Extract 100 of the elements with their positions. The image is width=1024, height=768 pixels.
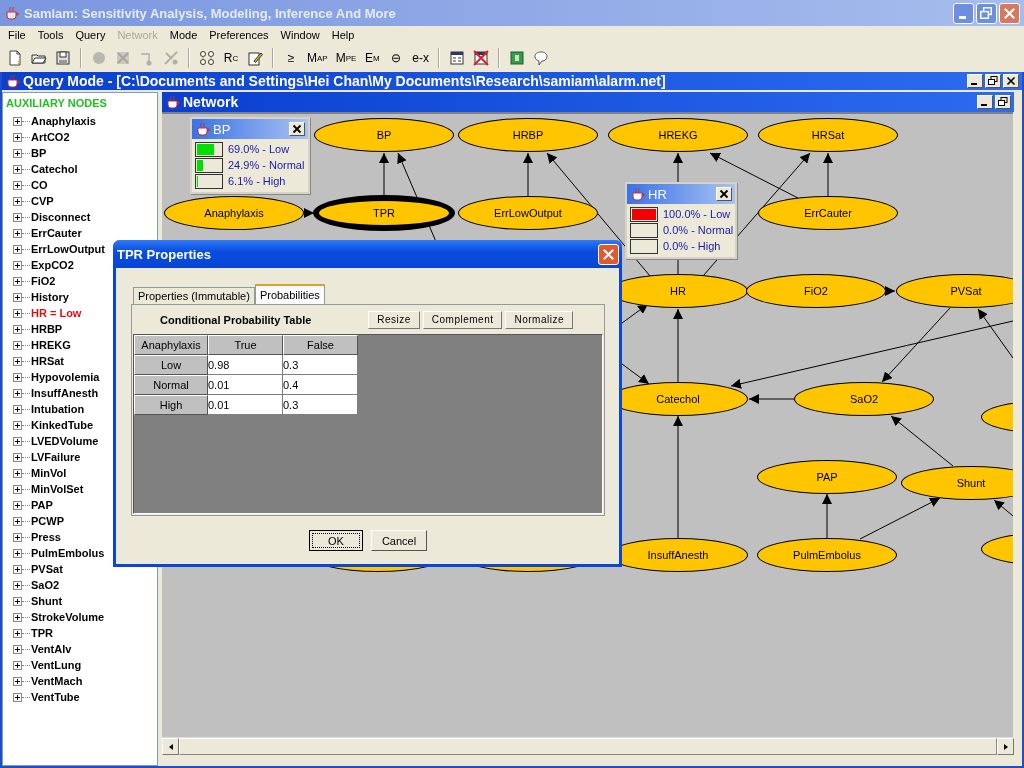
expand-icon[interactable] <box>13 260 22 270</box>
table-button[interactable]: Resize <box>368 310 420 329</box>
dialog-button[interactable]: OK <box>308 530 363 551</box>
expand-icon[interactable] <box>13 148 22 158</box>
tree-item[interactable]: MinVolSet <box>30 483 84 495</box>
tree-item[interactable]: VentTube <box>30 691 80 703</box>
expand-icon[interactable] <box>13 308 22 318</box>
tree-item[interactable]: Press <box>30 531 61 543</box>
tree-item[interactable]: CO <box>30 179 48 191</box>
tree-item[interactable]: ArtCO2 <box>30 131 70 143</box>
expand-icon[interactable] <box>13 676 22 686</box>
tree-item[interactable]: VentAlv <box>30 643 72 655</box>
tree-item[interactable]: LVFailure <box>30 451 81 463</box>
network-node[interactable]: HREKG <box>608 118 748 152</box>
tree-item[interactable]: HRSat <box>30 355 64 367</box>
tree-item[interactable]: Disconnect <box>30 211 91 223</box>
column-header[interactable]: False <box>283 335 358 355</box>
tree-item[interactable]: BP <box>30 147 47 159</box>
minimize-button[interactable] <box>977 95 993 109</box>
expand-icon[interactable] <box>13 532 22 542</box>
expand-icon[interactable] <box>13 388 22 398</box>
expand-icon[interactable] <box>13 324 22 334</box>
tab[interactable]: Properties (Immutable) <box>133 287 255 304</box>
expand-icon[interactable] <box>13 132 22 142</box>
expand-icon[interactable] <box>13 228 22 238</box>
tree-item[interactable]: Intubation <box>30 403 85 415</box>
expand-icon[interactable] <box>13 180 22 190</box>
network-node[interactable]: PAP <box>757 460 897 494</box>
expand-icon[interactable] <box>13 196 22 206</box>
expand-icon[interactable] <box>13 116 22 126</box>
expand-icon[interactable] <box>13 420 22 430</box>
tree-item[interactable]: PAP <box>30 499 53 511</box>
table-cell[interactable]: 0.01 <box>208 375 283 395</box>
network-node[interactable]: PVSat <box>896 274 1013 308</box>
expand-icon[interactable] <box>13 436 22 446</box>
network-node[interactable]: SaO2 <box>794 382 934 416</box>
tree-item[interactable]: HREKG <box>30 339 71 351</box>
tree-item[interactable]: PulmEmbolus <box>30 547 105 559</box>
maximize-button[interactable] <box>995 95 1011 109</box>
close-button[interactable] <box>1003 74 1019 88</box>
menu-item[interactable]: File <box>2 29 32 41</box>
tree-item[interactable]: Catechol <box>30 163 78 175</box>
network-node[interactable]: HRSat <box>758 118 898 152</box>
expand-icon[interactable] <box>13 164 22 174</box>
expand-icon[interactable] <box>13 516 22 526</box>
expand-icon[interactable] <box>13 404 22 414</box>
table-cell[interactable]: 0.3 <box>283 395 358 415</box>
network-node[interactable]: TPR <box>314 196 454 230</box>
expand-icon[interactable] <box>13 564 22 574</box>
tree-item[interactable]: Hypovolemia <box>30 371 100 383</box>
network-node[interactable]: PulmEmbolus <box>757 538 897 572</box>
expand-icon[interactable] <box>13 644 22 654</box>
tree-item[interactable]: InsuffAnesth <box>30 387 99 399</box>
expand-icon[interactable] <box>13 212 22 222</box>
network-node[interactable]: ErrCauter <box>758 196 898 230</box>
expand-icon[interactable] <box>13 356 22 366</box>
close-button[interactable] <box>289 122 305 136</box>
expand-icon[interactable] <box>13 548 22 558</box>
network-node[interactable]: Shunt <box>901 466 1013 500</box>
network-node[interactable]: FiO2 <box>746 274 886 308</box>
network-node[interactable]: ErrLowOutput <box>458 196 598 230</box>
maximize-button[interactable] <box>985 74 1001 88</box>
tree-item[interactable]: FiO2 <box>30 275 56 287</box>
table-cell[interactable]: 0.98 <box>208 355 283 375</box>
expand-icon[interactable] <box>13 500 22 510</box>
tree-item[interactable]: TPR <box>30 627 53 639</box>
tab[interactable]: Probabilities <box>254 284 325 304</box>
menu-item[interactable]: Preferences <box>203 29 275 41</box>
expand-icon[interactable] <box>13 468 22 478</box>
tree-item[interactable]: History <box>30 291 69 303</box>
menu-item[interactable]: Help <box>325 29 361 41</box>
tree-item[interactable]: PVSat <box>30 563 63 575</box>
tree-item[interactable]: VentMach <box>30 675 83 687</box>
table-cell[interactable]: 0.01 <box>208 395 283 415</box>
toolbar-button[interactable]: ⊖ <box>385 47 408 69</box>
tree-item[interactable]: VentLung <box>30 659 82 671</box>
expand-icon[interactable] <box>13 580 22 590</box>
scroll-right-icon[interactable] <box>997 738 1014 755</box>
restore-button[interactable] <box>976 2 997 24</box>
toolbar-button[interactable]: ≥ <box>280 47 302 69</box>
tree-item[interactable]: KinkedTube <box>30 419 94 431</box>
network-node[interactable]: HRBP <box>458 118 598 152</box>
expand-icon[interactable] <box>13 244 22 254</box>
tree-item[interactable]: HRBP <box>30 323 63 335</box>
tree-item[interactable]: ErrLowOutput <box>30 243 105 255</box>
network-node[interactable]: BP <box>314 118 454 152</box>
tree-item[interactable]: MinVol <box>30 467 67 479</box>
expand-icon[interactable] <box>13 372 22 382</box>
table-cell[interactable]: 0.3 <box>283 355 358 375</box>
expand-icon[interactable] <box>13 484 22 494</box>
tree-item[interactable]: ExpCO2 <box>30 259 74 271</box>
menu-item[interactable]: Query <box>69 29 112 41</box>
expand-icon[interactable] <box>13 276 22 286</box>
expand-icon[interactable] <box>13 452 22 462</box>
dialog-button[interactable]: Cancel <box>370 530 428 551</box>
expand-icon[interactable] <box>13 596 22 606</box>
tree-item[interactable]: Anaphylaxis <box>30 115 96 127</box>
expand-icon[interactable] <box>13 612 22 622</box>
tree-item[interactable]: LVEDVolume <box>30 435 99 447</box>
tree-item[interactable]: PCWP <box>30 515 64 527</box>
